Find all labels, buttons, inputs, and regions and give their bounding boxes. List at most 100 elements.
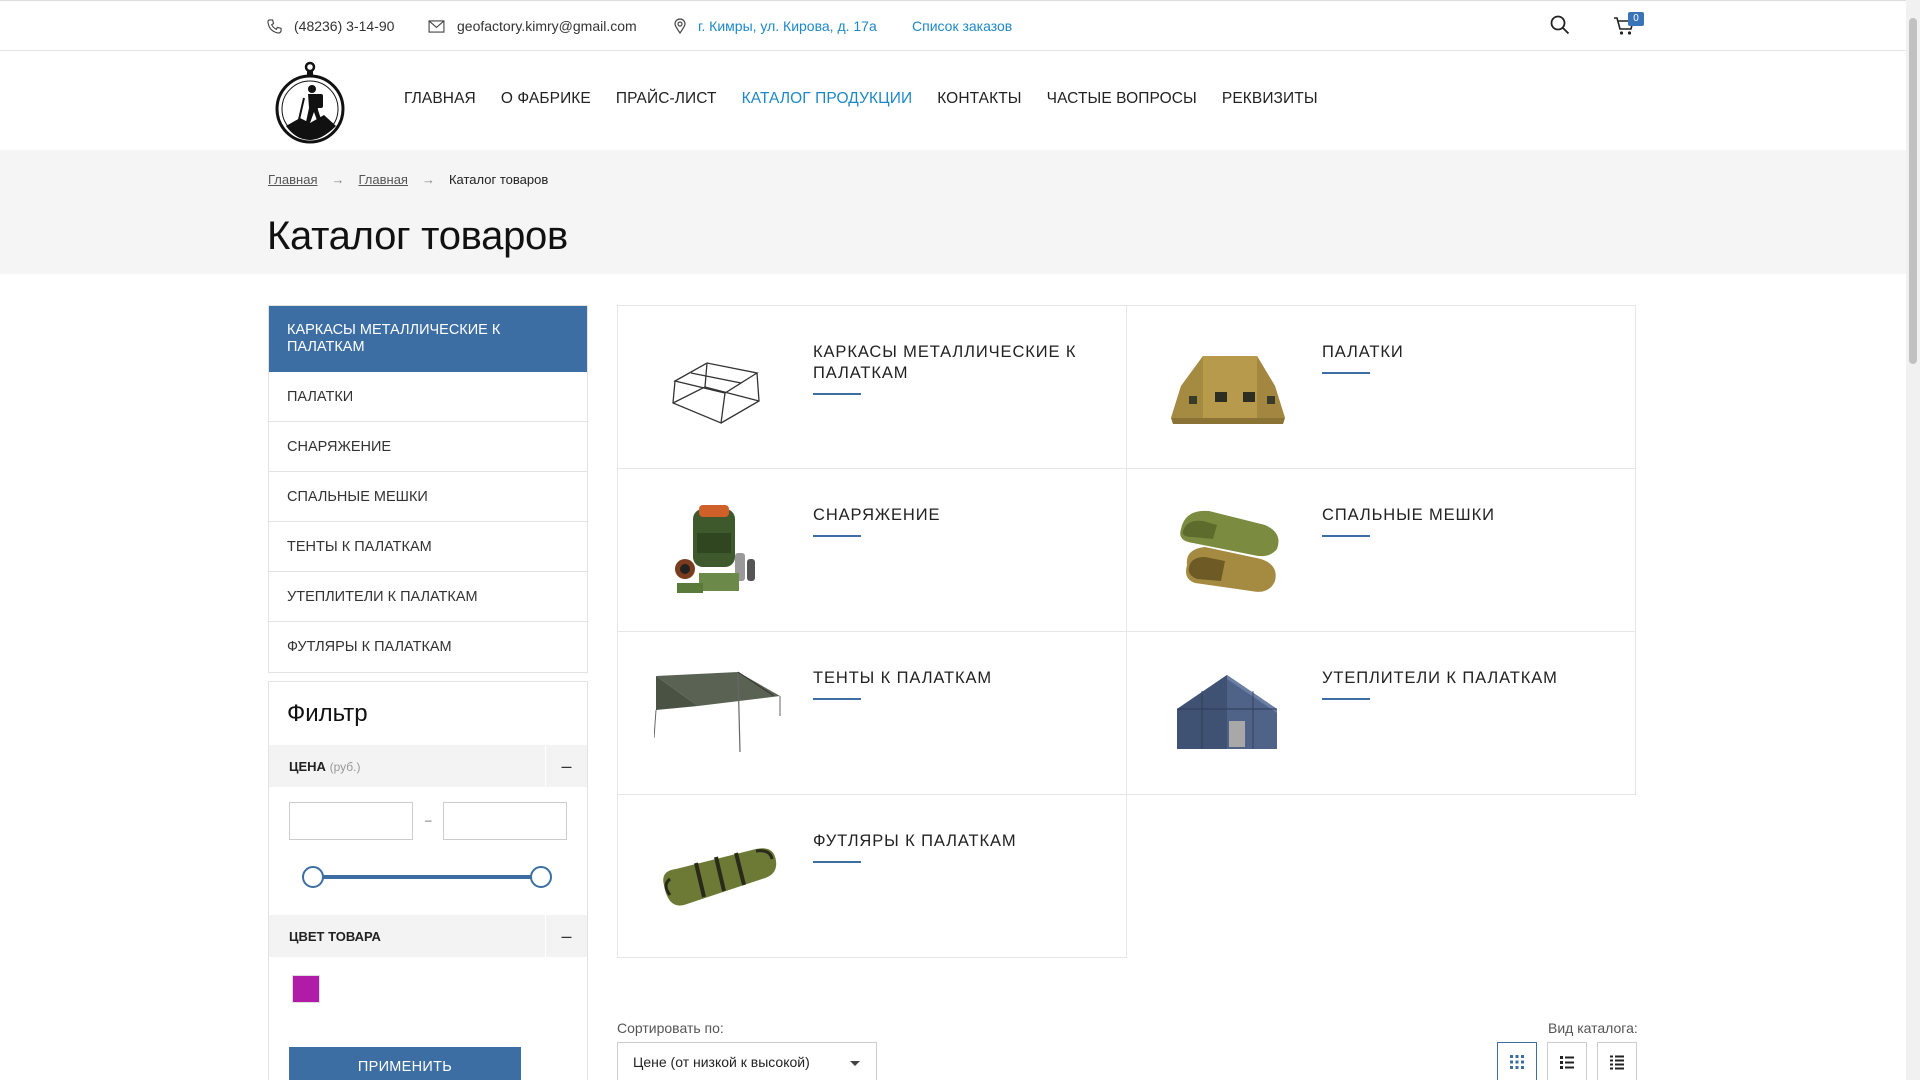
breadcrumb-arrow-icon: → (421, 172, 435, 187)
page-title: Каталог товаров (267, 214, 568, 258)
price-filter-header[interactable]: ЦЕНА (руб.) – (269, 745, 587, 787)
price-filter-label: ЦЕНА (руб.) (289, 759, 360, 774)
nav-item-price-list[interactable]: ПРАЙС-ЛИСТ (616, 90, 717, 108)
sidebar-item-frames[interactable]: КАРКАСЫ МЕТАЛЛИЧЕСКИЕ К ПАЛАТКАМ (269, 306, 587, 372)
phone-number: (48236) 3-14-90 (294, 18, 395, 34)
price-range-max-handle[interactable] (530, 866, 552, 888)
orders-link-label: Список заказов (912, 18, 1013, 34)
location-pin-icon (674, 18, 686, 34)
search-icon (1550, 15, 1570, 35)
category-title-text: СПАЛЬНЫЕ МЕШКИ (1322, 506, 1495, 524)
list-view-icon (1560, 1056, 1574, 1069)
nav-item-faq[interactable]: ЧАСТЫЕ ВОПРОСЫ (1047, 90, 1197, 108)
phone-icon (267, 18, 282, 34)
sidebar-item-tents[interactable]: ПАЛАТКИ (269, 372, 587, 422)
cart-count-badge: 0 (1628, 12, 1644, 26)
top-bar: (48236) 3-14-90 geofactory.kimry@gmail.c… (0, 0, 1906, 51)
color-swatch-purple[interactable] (292, 975, 320, 1003)
title-underline (1322, 535, 1370, 537)
color-filter-header[interactable]: ЦВЕТ ТОВАРА – (269, 915, 587, 957)
site-logo[interactable] (272, 60, 348, 146)
table-view-icon (1610, 1055, 1624, 1070)
tent-image (1163, 336, 1291, 440)
breadcrumb-arrow-icon: → (331, 172, 345, 187)
price-range-track (313, 875, 541, 879)
category-title: КАРКАСЫ МЕТАЛЛИЧЕСКИЕ К ПАЛАТКАМ (813, 342, 1103, 395)
nav-item-requisites[interactable]: РЕКВИЗИТЫ (1222, 90, 1318, 108)
category-card-sleeping-bags[interactable]: СПАЛЬНЫЕ МЕШКИ (1126, 468, 1636, 632)
scrollbar-thumb[interactable] (1909, 18, 1917, 364)
orders-link[interactable]: Список заказов (912, 18, 1012, 34)
category-title: ПАЛАТКИ (1322, 342, 1612, 374)
view-table-button[interactable] (1597, 1042, 1637, 1080)
category-card-equipment[interactable]: СНАРЯЖЕНИЕ (617, 468, 1127, 632)
email-contact[interactable]: geofactory.kimry@gmail.com (428, 18, 637, 34)
nav-item-contacts[interactable]: КОНТАКТЫ (937, 90, 1021, 108)
nav-item-catalog[interactable]: КАТАЛОГ ПРОДУКЦИИ (742, 90, 913, 108)
address-link: г. Кимры, ул. Кирова, д. 17а (698, 18, 877, 34)
title-underline (813, 698, 861, 700)
price-range-dash: – (425, 813, 432, 827)
breadcrumb-home-2[interactable]: Главная (358, 172, 407, 187)
title-underline (813, 535, 861, 537)
category-title-text: ФУТЛЯРЫ К ПАЛАТКАМ (813, 832, 1017, 850)
breadcrumb: Главная → Главная → Каталог товаров (268, 172, 548, 187)
apply-filter-button[interactable]: ПРИМЕНИТЬ (289, 1047, 521, 1080)
view-list-button[interactable] (1547, 1042, 1587, 1080)
sidebar-item-tarps[interactable]: ТЕНТЫ К ПАЛАТКАМ (269, 522, 587, 572)
title-underline (813, 393, 861, 395)
search-button[interactable] (1550, 15, 1570, 40)
filter-title: Фильтр (287, 700, 368, 727)
view-label: Вид каталога: (1548, 1020, 1638, 1036)
chevron-down-icon (850, 1061, 860, 1066)
breadcrumb-home[interactable]: Главная (268, 172, 317, 187)
page-scrollbar[interactable] (1906, 0, 1920, 1080)
category-title-text: КАРКАСЫ МЕТАЛЛИЧЕСКИЕ К ПАЛАТКАМ (813, 343, 1077, 382)
sort-selected-value: Цене (от низкой к высокой) (633, 1054, 810, 1070)
title-underline (1322, 372, 1370, 374)
tarp-image (654, 662, 782, 766)
grid-view-icon (1510, 1055, 1524, 1069)
filter-panel: Фильтр ЦЕНА (руб.) – – ЦВЕТ ТОВАРА – ПРИ… (268, 681, 588, 1080)
sleeping-bags-image (1163, 499, 1291, 603)
price-range-min-handle[interactable] (302, 866, 324, 888)
category-card-tents[interactable]: ПАЛАТКИ (1126, 305, 1636, 469)
tent-frame-image (654, 336, 782, 440)
address-contact[interactable]: г. Кимры, ул. Кирова, д. 17а (674, 18, 877, 34)
sidebar-item-insulation[interactable]: УТЕПЛИТЕЛИ К ПАЛАТКАМ (269, 572, 587, 622)
mail-icon (428, 19, 445, 33)
hiker-compass-logo-icon (275, 61, 345, 144)
category-card-cases[interactable]: ФУТЛЯРЫ К ПАЛАТКАМ (617, 794, 1127, 958)
email-address: geofactory.kimry@gmail.com (457, 18, 637, 34)
category-title-text: ТЕНТЫ К ПАЛАТКАМ (813, 669, 993, 687)
collapse-icon[interactable]: – (545, 915, 587, 957)
category-title: УТЕПЛИТЕЛИ К ПАЛАТКАМ (1322, 668, 1612, 700)
sidebar-item-cases[interactable]: ФУТЛЯРЫ К ПАЛАТКАМ (269, 622, 587, 672)
price-unit: (руб.) (329, 760, 361, 774)
category-card-insulation[interactable]: УТЕПЛИТЕЛИ К ПАЛАТКАМ (1126, 631, 1636, 795)
color-filter-label: ЦВЕТ ТОВАРА (289, 929, 381, 944)
category-card-tarps[interactable]: ТЕНТЫ К ПАЛАТКАМ (617, 631, 1127, 795)
category-title-text: СНАРЯЖЕНИЕ (813, 506, 941, 524)
breadcrumb-current: Каталог товаров (448, 172, 549, 187)
sort-select[interactable]: Цене (от низкой к высокой) (617, 1042, 877, 1080)
equipment-image (654, 499, 782, 603)
category-title: ТЕНТЫ К ПАЛАТКАМ (813, 668, 1103, 700)
title-underline (1322, 698, 1370, 700)
sort-label: Сортировать по: (617, 1020, 724, 1036)
price-label-text: ЦЕНА (289, 759, 326, 774)
category-title-text: ПАЛАТКИ (1322, 343, 1404, 361)
price-from-input[interactable] (289, 802, 413, 840)
nav-item-about[interactable]: О ФАБРИКЕ (501, 90, 591, 108)
category-title: СПАЛЬНЫЕ МЕШКИ (1322, 505, 1612, 537)
category-card-frames[interactable]: КАРКАСЫ МЕТАЛЛИЧЕСКИЕ К ПАЛАТКАМ (617, 305, 1127, 469)
phone-contact[interactable]: (48236) 3-14-90 (267, 18, 394, 34)
sidebar-item-sleeping-bags[interactable]: СПАЛЬНЫЕ МЕШКИ (269, 472, 587, 522)
view-grid-button[interactable] (1497, 1042, 1537, 1080)
site-header: ГЛАВНАЯ О ФАБРИКЕ ПРАЙС-ЛИСТ КАТАЛОГ ПРО… (0, 52, 1906, 149)
category-title-text: УТЕПЛИТЕЛИ К ПАЛАТКАМ (1322, 669, 1558, 687)
price-to-input[interactable] (443, 802, 567, 840)
nav-item-home[interactable]: ГЛАВНАЯ (404, 90, 476, 108)
sidebar-item-equipment[interactable]: СНАРЯЖЕНИЕ (269, 422, 587, 472)
collapse-icon[interactable]: – (545, 745, 587, 787)
